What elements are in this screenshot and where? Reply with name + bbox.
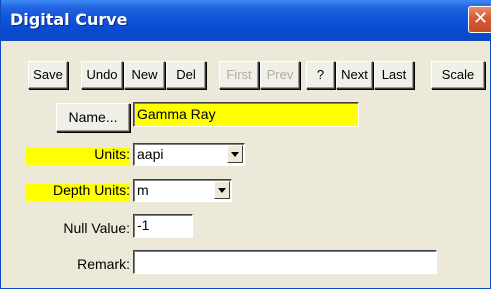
close-icon: ✕ bbox=[472, 8, 489, 29]
undo-button[interactable]: Undo bbox=[81, 61, 123, 89]
close-button[interactable]: ✕ bbox=[468, 6, 491, 33]
depth-units-label: Depth Units: bbox=[52, 182, 130, 198]
prev-button[interactable]: Prev bbox=[260, 61, 300, 89]
name-field[interactable]: Gamma Ray bbox=[133, 102, 359, 127]
chevron-down-icon[interactable] bbox=[227, 145, 243, 163]
last-button[interactable]: Last bbox=[374, 61, 414, 89]
null-value-label: Null Value: bbox=[63, 220, 130, 236]
new-button[interactable]: New bbox=[124, 61, 165, 89]
scale-button[interactable]: Scale bbox=[431, 61, 485, 89]
first-button[interactable]: First bbox=[219, 61, 259, 89]
units-value: aapi bbox=[137, 146, 164, 162]
chevron-down-icon[interactable] bbox=[214, 181, 230, 199]
remark-field[interactable] bbox=[133, 250, 437, 274]
units-label: Units: bbox=[94, 146, 130, 162]
save-button[interactable]: Save bbox=[28, 61, 68, 89]
depth-units-select[interactable]: m bbox=[133, 179, 232, 202]
title-bar[interactable]: Digital Curve ✕ bbox=[1, 0, 491, 41]
help-button[interactable]: ? bbox=[306, 61, 335, 89]
window-title: Digital Curve bbox=[10, 10, 128, 29]
null-value-field[interactable]: -1 bbox=[133, 214, 193, 238]
units-select[interactable]: aapi bbox=[133, 143, 245, 166]
remark-label: Remark: bbox=[77, 256, 130, 272]
digital-curve-window: Digital Curve ✕ Save Undo New Del First … bbox=[0, 0, 491, 289]
name-button[interactable]: Name... bbox=[56, 103, 130, 132]
delete-button[interactable]: Del bbox=[166, 61, 206, 89]
depth-units-value: m bbox=[137, 182, 149, 198]
next-button[interactable]: Next bbox=[336, 61, 373, 89]
